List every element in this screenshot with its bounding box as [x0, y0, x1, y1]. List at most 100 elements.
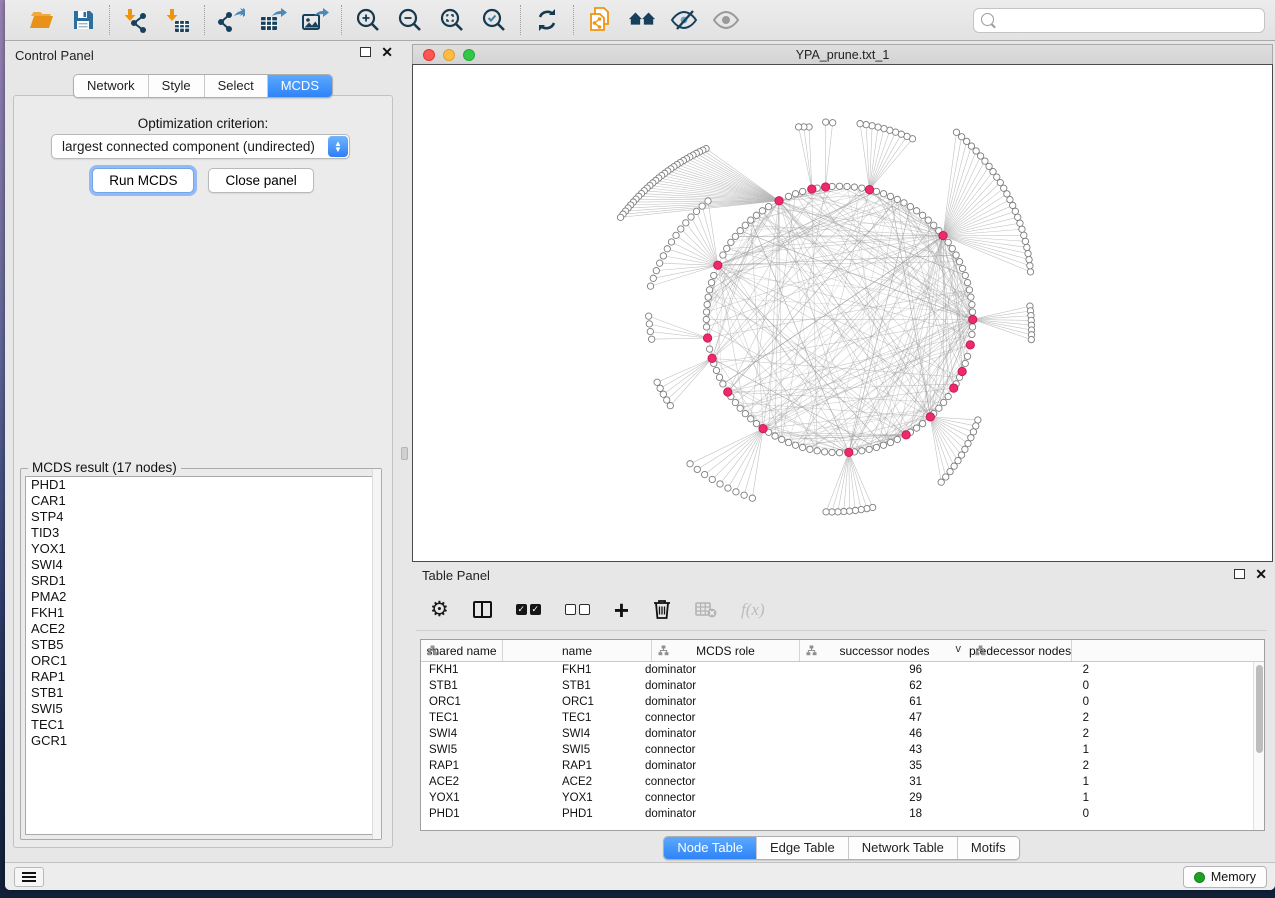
zoom-fit-icon[interactable] — [438, 6, 466, 34]
table-scrollbar[interactable] — [1253, 662, 1264, 830]
cell-mcds-role[interactable]: connector — [636, 744, 785, 756]
mcds-result-item[interactable]: TEC1 — [26, 717, 376, 733]
cell-name[interactable]: RAP1 — [554, 760, 636, 772]
mcds-result-item[interactable]: PMA2 — [26, 589, 376, 605]
table-tab[interactable]: Motifs — [958, 837, 1019, 859]
column-settings-icon[interactable]: ⚙ — [430, 595, 449, 625]
cell-mcds-role[interactable]: dominator — [636, 760, 785, 772]
table-row[interactable]: YOX1 YOX1 connector 29 1 — [421, 790, 1264, 806]
cell-name[interactable]: ORC1 — [554, 696, 636, 708]
mcds-result-item[interactable]: SWI5 — [26, 701, 376, 717]
status-menu-button[interactable] — [14, 867, 44, 887]
cell-mcds-role[interactable]: dominator — [636, 680, 785, 692]
zoom-selected-icon[interactable] — [480, 6, 508, 34]
mcds-result-item[interactable]: STB5 — [26, 637, 376, 653]
column-header[interactable]: name — [503, 640, 652, 661]
cell-successor-nodes[interactable]: 18 — [785, 808, 933, 820]
select-all-rows-icon[interactable]: ✓✓ — [516, 595, 541, 625]
cell-shared-name[interactable]: SWI5 — [421, 744, 554, 756]
cell-mcds-role[interactable]: connector — [636, 776, 785, 788]
show-all-icon[interactable] — [712, 6, 740, 34]
run-mcds-button[interactable]: Run MCDS — [92, 168, 194, 193]
cell-mcds-role[interactable]: connector — [636, 792, 785, 804]
cell-predecessor-nodes[interactable]: 1 — [933, 792, 1102, 804]
cell-successor-nodes[interactable]: 96 — [785, 664, 933, 676]
close-panel-icon[interactable]: ✕ — [1255, 569, 1267, 579]
mcds-result-item[interactable]: YOX1 — [26, 541, 376, 557]
splitter-grip[interactable] — [401, 447, 408, 460]
cell-name[interactable]: FKH1 — [554, 664, 636, 676]
refresh-icon[interactable] — [533, 6, 561, 34]
control-panel-tab[interactable]: MCDS — [268, 75, 332, 97]
memory-button[interactable]: Memory — [1183, 866, 1267, 888]
table-row[interactable]: PHD1 PHD1 dominator 18 0 — [421, 806, 1264, 822]
mcds-result-item[interactable]: STP4 — [26, 509, 376, 525]
cell-name[interactable]: PHD1 — [554, 808, 636, 820]
cell-successor-nodes[interactable]: 31 — [785, 776, 933, 788]
table-scrollbar-thumb[interactable] — [1256, 665, 1263, 753]
cell-predecessor-nodes[interactable]: 2 — [933, 728, 1102, 740]
float-panel-icon[interactable] — [1234, 569, 1245, 579]
cell-shared-name[interactable]: RAP1 — [421, 760, 554, 772]
cell-mcds-role[interactable]: connector — [636, 712, 785, 724]
mcds-result-item[interactable]: ACE2 — [26, 621, 376, 637]
column-header[interactable]: shared name — [421, 640, 503, 661]
duplicate-network-icon[interactable] — [586, 6, 614, 34]
column-header[interactable]: predecessor nodes — [969, 640, 1072, 661]
mcds-list-scrollbar[interactable] — [372, 469, 381, 839]
table-row[interactable]: SWI4 SWI4 dominator 46 2 — [421, 726, 1264, 742]
cell-predecessor-nodes[interactable]: 2 — [933, 664, 1102, 676]
delete-column-icon[interactable] — [653, 595, 671, 625]
open-file-icon[interactable] — [27, 6, 55, 34]
control-panel-tab[interactable]: Network — [74, 75, 149, 97]
close-panel-button[interactable]: Close panel — [208, 168, 313, 193]
cell-shared-name[interactable]: ACE2 — [421, 776, 554, 788]
table-row[interactable]: FKH1 FKH1 dominator 96 2 — [421, 662, 1264, 678]
cell-predecessor-nodes[interactable]: 0 — [933, 808, 1102, 820]
mcds-result-item[interactable]: TID3 — [26, 525, 376, 541]
hide-selected-icon[interactable] — [670, 6, 698, 34]
mcds-result-item[interactable]: GCR1 — [26, 733, 376, 749]
mcds-result-item[interactable]: STB1 — [26, 685, 376, 701]
network-canvas[interactable] — [412, 64, 1273, 562]
search-input[interactable] — [973, 8, 1265, 33]
column-header[interactable]: MCDS role — [652, 640, 800, 661]
close-panel-icon[interactable]: ✕ — [381, 47, 393, 57]
control-panel-tab[interactable]: Select — [205, 75, 268, 97]
cell-successor-nodes[interactable]: 46 — [785, 728, 933, 740]
import-network-icon[interactable] — [122, 6, 150, 34]
cell-successor-nodes[interactable]: 62 — [785, 680, 933, 692]
zoom-out-icon[interactable] — [396, 6, 424, 34]
add-column-icon[interactable]: + — [614, 595, 629, 625]
cell-name[interactable]: SWI5 — [554, 744, 636, 756]
cell-predecessor-nodes[interactable]: 1 — [933, 744, 1102, 756]
float-panel-icon[interactable] — [360, 47, 371, 57]
cell-successor-nodes[interactable]: 47 — [785, 712, 933, 724]
table-row[interactable]: SWI5 SWI5 connector 43 1 — [421, 742, 1264, 758]
cell-predecessor-nodes[interactable]: 0 — [933, 696, 1102, 708]
sort-chevron-icon[interactable]: v — [956, 643, 962, 655]
cell-shared-name[interactable]: STB1 — [421, 680, 554, 692]
cell-name[interactable]: YOX1 — [554, 792, 636, 804]
mcds-result-item[interactable]: PHD1 — [26, 477, 376, 493]
cell-shared-name[interactable]: YOX1 — [421, 792, 554, 804]
cell-name[interactable]: TEC1 — [554, 712, 636, 724]
deselect-all-rows-icon[interactable] — [565, 595, 590, 625]
mcds-result-item[interactable]: FKH1 — [26, 605, 376, 621]
cell-predecessor-nodes[interactable]: 2 — [933, 760, 1102, 772]
import-table-icon[interactable] — [164, 6, 192, 34]
save-icon[interactable] — [69, 6, 97, 34]
zoom-in-icon[interactable] — [354, 6, 382, 34]
cell-name[interactable]: SWI4 — [554, 728, 636, 740]
column-view-icon[interactable] — [473, 595, 492, 625]
table-row[interactable]: TEC1 TEC1 connector 47 2 — [421, 710, 1264, 726]
table-row[interactable]: ORC1 ORC1 dominator 61 0 — [421, 694, 1264, 710]
cell-mcds-role[interactable]: dominator — [636, 808, 785, 820]
mcds-result-list[interactable]: PHD1 CAR1 STP4 TID3 YOX1 SWI4 SRD1 PMA2 — [25, 476, 377, 835]
cell-successor-nodes[interactable]: 35 — [785, 760, 933, 772]
cell-successor-nodes[interactable]: 43 — [785, 744, 933, 756]
vertical-splitter[interactable] — [401, 41, 408, 862]
table-tab[interactable]: Network Table — [849, 837, 958, 859]
cell-shared-name[interactable]: TEC1 — [421, 712, 554, 724]
mcds-result-item[interactable]: RAP1 — [26, 669, 376, 685]
